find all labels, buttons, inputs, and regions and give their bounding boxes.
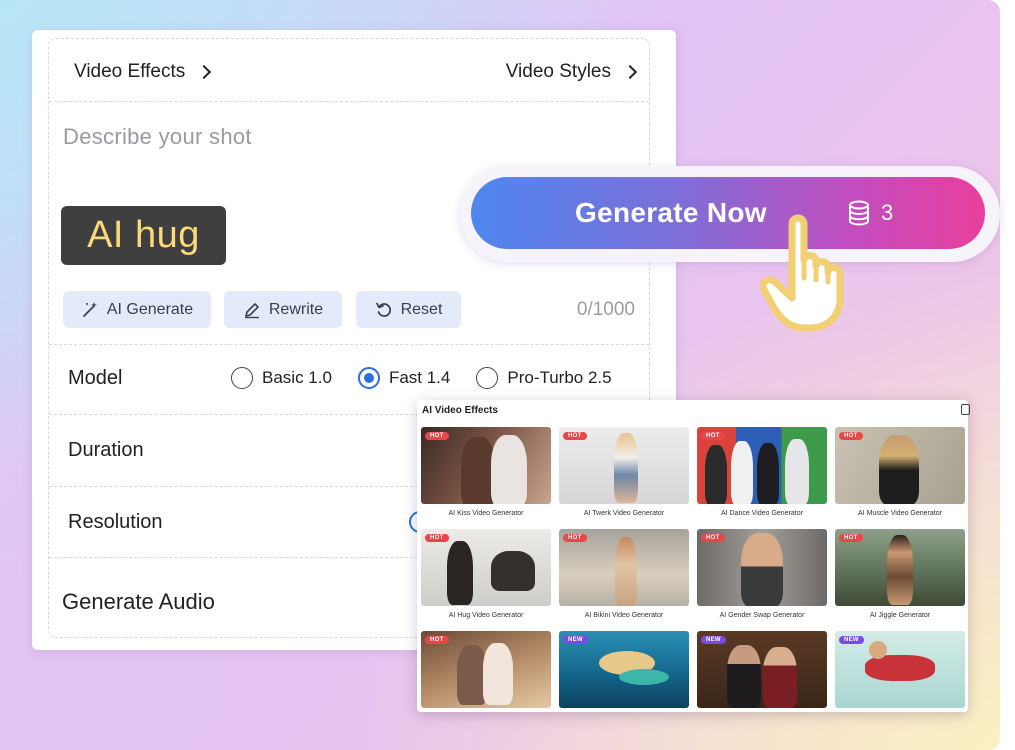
effect-tile-couple[interactable]: HOT bbox=[421, 631, 551, 708]
generate-button-frame: Generate Now 3 bbox=[460, 166, 1000, 262]
effect-tile-dance[interactable]: HOT AI Dance Video Generator bbox=[697, 427, 827, 517]
effects-panel-title: AI Video Effects bbox=[422, 405, 498, 416]
effect-tile-label: AI Bikini Video Generator bbox=[584, 612, 664, 619]
duration-label: Duration bbox=[68, 439, 144, 461]
pointing-hand-icon bbox=[760, 214, 844, 332]
generate-audio-label: Generate Audio bbox=[62, 589, 215, 614]
credit-cost-value: 3 bbox=[881, 200, 894, 225]
effect-tile-muscle[interactable]: HOT AI Muscle Video Generator bbox=[835, 427, 965, 517]
model-option-pro-turbo[interactable]: Pro-Turbo 2.5 bbox=[476, 367, 612, 389]
hot-badge: HOT bbox=[425, 432, 449, 440]
reset-button[interactable]: Reset bbox=[356, 291, 461, 328]
video-effects-link[interactable]: Video Effects bbox=[74, 61, 212, 83]
divider bbox=[49, 344, 649, 345]
effect-thumbnail: NEW bbox=[835, 631, 965, 708]
effect-thumbnail: NEW bbox=[697, 631, 827, 708]
radio-button[interactable] bbox=[476, 367, 499, 389]
effect-tile-twerk[interactable]: HOT AI Twerk Video Generator bbox=[559, 427, 689, 517]
effect-tile-label: AI Muscle Video Generator bbox=[858, 510, 942, 517]
model-option-label: Pro-Turbo 2.5 bbox=[507, 368, 612, 387]
pencil-icon bbox=[244, 302, 259, 318]
hot-badge: HOT bbox=[701, 534, 725, 542]
effect-tile-superhero[interactable]: NEW bbox=[835, 631, 965, 708]
hot-badge: HOT bbox=[563, 432, 587, 440]
effect-tile-label: AI Jiggle Generator bbox=[869, 612, 931, 619]
effect-tile-mermaid[interactable]: NEW bbox=[559, 631, 689, 708]
radio-button[interactable] bbox=[231, 367, 253, 389]
effect-tile-label: AI Twerk Video Generator bbox=[583, 510, 665, 517]
chevron-right-icon bbox=[197, 64, 212, 80]
effect-thumbnail: HOT bbox=[835, 529, 965, 606]
model-radio-group: Basic 1.0 Fast 1.4 Pro-Turbo 2.5 bbox=[231, 367, 638, 389]
effect-tile-jiggle[interactable]: HOT AI Jiggle Generator bbox=[835, 529, 965, 619]
effect-thumbnail: HOT bbox=[697, 529, 827, 606]
reset-icon bbox=[375, 302, 391, 317]
effect-thumbnail: HOT bbox=[559, 427, 689, 504]
new-badge: NEW bbox=[701, 636, 726, 644]
magic-wand-icon bbox=[82, 301, 97, 317]
resolution-label: Resolution bbox=[68, 511, 163, 533]
new-badge: NEW bbox=[839, 636, 864, 644]
video-styles-label: Video Styles bbox=[505, 61, 611, 82]
hot-badge: HOT bbox=[839, 534, 863, 542]
new-badge: NEW bbox=[563, 636, 588, 644]
generate-now-button[interactable]: Generate Now 3 bbox=[471, 177, 985, 249]
reset-label: Reset bbox=[400, 300, 443, 318]
prompt-input[interactable]: Describe your shot bbox=[63, 124, 252, 150]
ai-video-effects-panel: AI Video Effects HOT AI Kiss Video Gener… bbox=[417, 400, 970, 712]
effect-tile-kiss[interactable]: HOT AI Kiss Video Generator bbox=[421, 427, 551, 517]
hot-badge: HOT bbox=[839, 432, 863, 440]
generate-now-label: Generate Now bbox=[575, 197, 767, 228]
chevron-right-icon bbox=[622, 64, 638, 80]
effect-thumbnail: HOT bbox=[421, 631, 551, 708]
ai-generate-button[interactable]: AI Generate bbox=[63, 291, 211, 328]
divider bbox=[49, 101, 649, 102]
hot-badge: HOT bbox=[563, 534, 587, 542]
hot-badge: HOT bbox=[701, 432, 725, 440]
model-option-fast[interactable]: Fast 1.4 bbox=[357, 367, 451, 389]
ai-generate-label: AI Generate bbox=[106, 300, 194, 318]
effect-thumbnail: HOT bbox=[835, 427, 965, 504]
effect-thumbnail: NEW bbox=[559, 631, 689, 708]
video-effects-label: Video Effects bbox=[74, 61, 186, 82]
effect-thumbnail: HOT bbox=[697, 427, 827, 504]
effect-tile-label: AI Hug Video Generator bbox=[448, 612, 524, 619]
model-option-label: Basic 1.0 bbox=[262, 368, 332, 387]
effect-tile-gender-swap[interactable]: HOT AI Gender Swap Generator bbox=[697, 529, 827, 619]
effect-thumbnail: HOT bbox=[421, 529, 551, 606]
char-counter: 0/1000 bbox=[576, 299, 635, 320]
effect-tile-label: AI Gender Swap Generator bbox=[719, 612, 805, 619]
model-label: Model bbox=[68, 367, 123, 389]
model-option-basic[interactable]: Basic 1.0 bbox=[231, 367, 332, 389]
effect-tile-library[interactable]: NEW bbox=[697, 631, 827, 708]
model-option-label: Fast 1.4 bbox=[388, 368, 451, 387]
effect-thumbnail: HOT bbox=[421, 427, 551, 504]
radio-button-selected[interactable] bbox=[357, 367, 380, 389]
effect-thumbnail: HOT bbox=[559, 529, 689, 606]
rewrite-button[interactable]: Rewrite bbox=[224, 291, 342, 328]
effect-tile-label: AI Dance Video Generator bbox=[721, 510, 803, 517]
collapse-icon[interactable] bbox=[961, 404, 970, 415]
hot-badge: HOT bbox=[425, 636, 449, 644]
hot-badge: HOT bbox=[425, 534, 449, 542]
video-styles-link[interactable]: Video Styles bbox=[505, 61, 638, 83]
prompt-tag: AI hug bbox=[61, 206, 226, 265]
rewrite-label: Rewrite bbox=[268, 300, 324, 318]
effect-tile-bikini[interactable]: HOT AI Bikini Video Generator bbox=[559, 529, 689, 619]
effect-tile-hug[interactable]: HOT AI Hug Video Generator bbox=[421, 529, 551, 619]
effect-tile-label: AI Kiss Video Generator bbox=[448, 510, 524, 517]
